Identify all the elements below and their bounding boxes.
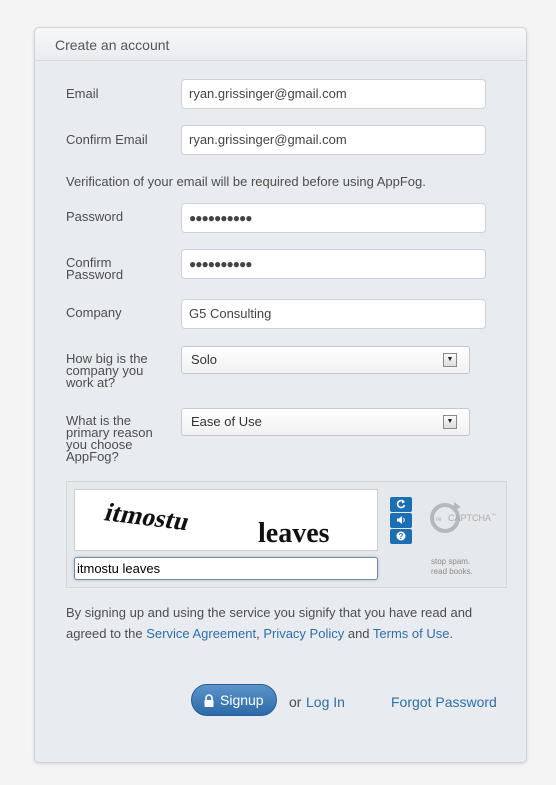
lock-icon: [203, 694, 215, 710]
terms-and: and: [344, 626, 373, 641]
or-text: or: [289, 694, 302, 710]
captcha-response-input[interactable]: itmostu leaves: [74, 557, 378, 580]
confirm-email-label: Confirm Email: [66, 132, 148, 147]
chevron-down-icon: ▼: [443, 353, 457, 367]
confirm-email-field[interactable]: ryan.grissinger@gmail.com: [181, 125, 486, 155]
signup-button[interactable]: Signup: [191, 684, 277, 716]
reason-select[interactable]: Ease of Use ▼: [181, 408, 470, 436]
company-label: Company: [66, 305, 122, 320]
recaptcha-tagline-line2: read books.: [431, 567, 473, 576]
confirm-password-field[interactable]: ●●●●●●●●●●: [181, 249, 486, 279]
confirm-password-label-line2: Password: [66, 267, 124, 282]
audio-icon[interactable]: [390, 513, 412, 528]
recaptcha-tagline-line1: stop spam.: [431, 557, 471, 566]
terms-text: By signing up and using the service you …: [66, 602, 496, 644]
company-size-label-line3: work at?: [66, 375, 116, 390]
signup-card: Create an account Email ryan.grissinger@…: [34, 27, 527, 763]
card-header: Create an account: [35, 28, 526, 61]
captcha-word2: leaves: [258, 518, 330, 549]
privacy-policy-link[interactable]: Privacy Policy: [263, 626, 344, 641]
password-field[interactable]: ●●●●●●●●●●: [181, 203, 486, 233]
chevron-down-icon: ▼: [443, 415, 457, 429]
terms-period: .: [449, 626, 454, 641]
reason-label: What is the primary reason you choose Ap…: [66, 414, 153, 464]
reason-value: Ease of Use: [191, 414, 262, 429]
company-size-select[interactable]: Solo ▼: [181, 346, 470, 374]
svg-text:™: ™: [491, 513, 496, 519]
page-title: Create an account: [55, 37, 170, 53]
password-label: Password: [66, 209, 124, 224]
help-icon[interactable]: ?: [390, 529, 412, 544]
recaptcha-widget: itmostu leaves itmostu leaves ? re CAPTC…: [66, 481, 507, 588]
company-size-value: Solo: [191, 352, 218, 367]
company-size-label: How big is the company you work at?: [66, 352, 148, 390]
captcha-word1: itmostu: [101, 498, 194, 536]
svg-text:re: re: [436, 517, 442, 523]
confirm-password-label: Confirm Password: [66, 256, 124, 282]
signup-label: Signup: [220, 692, 264, 708]
email-field[interactable]: ryan.grissinger@gmail.com: [181, 79, 486, 109]
reason-label-line4: AppFog?: [66, 449, 119, 464]
service-agreement-link[interactable]: Service Agreement: [146, 626, 256, 641]
forgot-password-link[interactable]: Forgot Password: [391, 694, 497, 710]
svg-text:CAPTCHA: CAPTCHA: [448, 513, 491, 523]
recaptcha-tagline: stop spam. read books.: [431, 557, 473, 577]
svg-text:?: ?: [399, 532, 404, 541]
company-field[interactable]: G5 Consulting: [181, 299, 486, 329]
login-link[interactable]: Log In: [306, 694, 345, 710]
captcha-distorted-text: itmostu leaves: [101, 498, 330, 549]
email-label: Email: [66, 86, 99, 101]
recaptcha-logo: re CAPTCHA ™: [428, 498, 500, 538]
refresh-icon[interactable]: [390, 497, 412, 512]
captcha-image: itmostu leaves: [74, 489, 378, 551]
terms-of-use-link[interactable]: Terms of Use: [373, 626, 450, 641]
verification-note: Verification of your email will be requi…: [66, 174, 426, 189]
